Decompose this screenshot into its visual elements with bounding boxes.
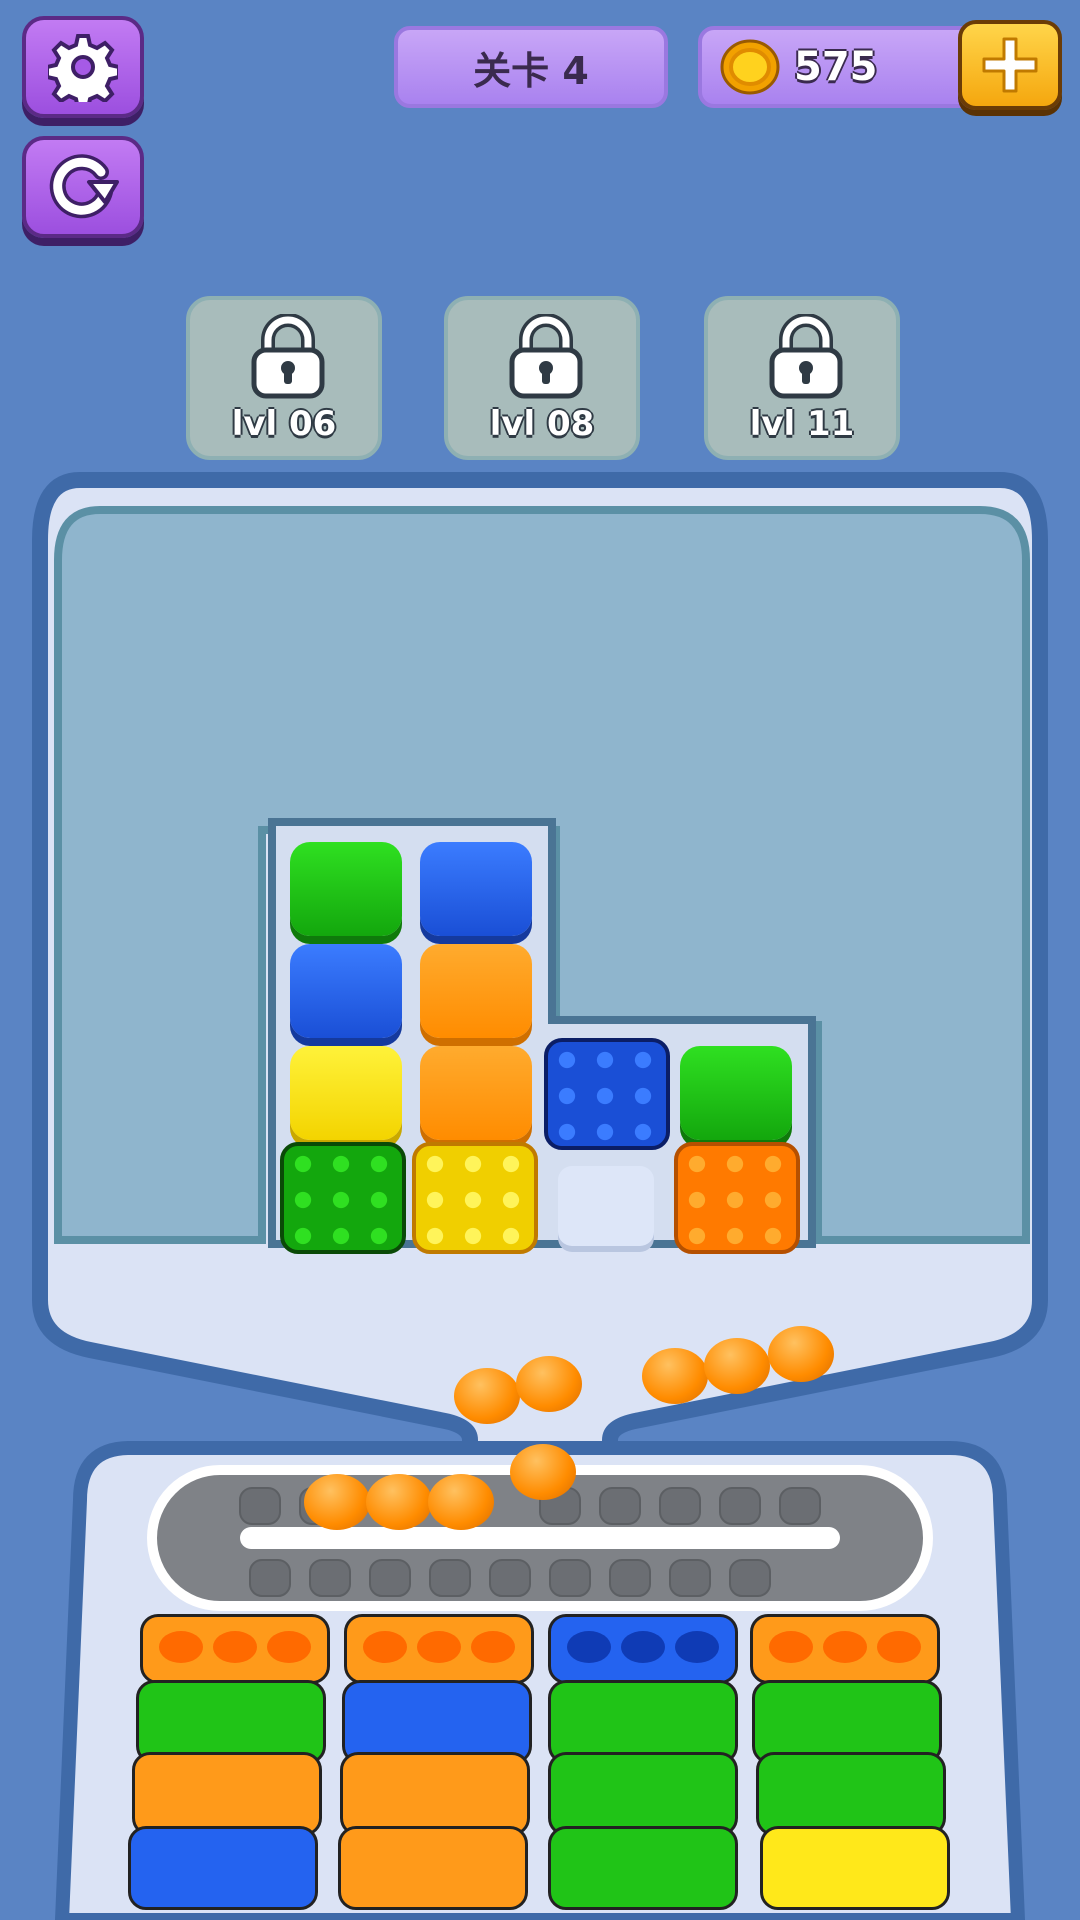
falling-ball [642,1348,708,1404]
locked-slot[interactable]: lvl 06 [186,296,382,460]
plus-icon [982,37,1038,93]
column-top-slots [140,1614,330,1684]
tile-blue[interactable] [290,944,402,1038]
tile-orange[interactable] [420,1046,532,1140]
falling-ball [516,1356,582,1412]
level-label: 关卡 4 [473,48,589,93]
tile-green-bubble[interactable] [280,1142,406,1254]
tile-green[interactable] [290,842,402,936]
locked-slot-label: lvl 08 [489,404,595,444]
slot-holes [567,1631,719,1663]
tile-orange[interactable] [420,944,532,1038]
tile-yellow[interactable] [290,1046,402,1140]
conveyor-ball [304,1474,370,1530]
column-top-slots [548,1614,738,1684]
column-block-green [548,1752,738,1836]
tile-green[interactable] [680,1046,792,1140]
restart-button[interactable] [22,136,144,238]
slot-holes [769,1631,921,1663]
add-coins-button[interactable] [958,20,1062,110]
lock-icon [769,314,843,399]
gear-icon [48,34,118,102]
tile-orange-bubble[interactable] [674,1142,800,1254]
column-block-blue [128,1826,318,1910]
column-block-orange [132,1752,322,1836]
falling-ball [704,1338,770,1394]
coin-counter: 575 [698,26,988,108]
locked-slot-label: lvl 11 [749,404,855,444]
column-top-slots [750,1614,940,1684]
coin-icon [720,39,780,95]
locked-slot[interactable]: lvl 11 [704,296,900,460]
coin-value: 575 [794,44,878,90]
lock-icon [251,314,325,399]
falling-ball [768,1326,834,1382]
tile-blue-bubble[interactable] [544,1038,670,1150]
column-block-green [548,1826,738,1910]
tile-yellow-bubble[interactable] [412,1142,538,1254]
conveyor-ball [366,1474,432,1530]
column-block-orange [340,1752,530,1836]
locked-slot-label: lvl 06 [231,404,337,444]
conveyor-ball [428,1474,494,1530]
column-block-orange [338,1826,528,1910]
column-block-yellow [760,1826,950,1910]
slot-holes [159,1631,311,1663]
column-block-green [756,1752,946,1836]
lock-icon [509,314,583,399]
slot-holes [363,1631,515,1663]
column-top-slots [344,1614,534,1684]
settings-button[interactable] [22,16,144,118]
falling-ball [510,1444,576,1500]
tile-blue[interactable] [420,842,532,936]
locked-slot[interactable]: lvl 08 [444,296,640,460]
falling-ball [454,1368,520,1424]
level-indicator: 关卡 4 [394,26,668,108]
restart-icon [49,154,119,219]
tile-empty-slot [558,1166,654,1246]
